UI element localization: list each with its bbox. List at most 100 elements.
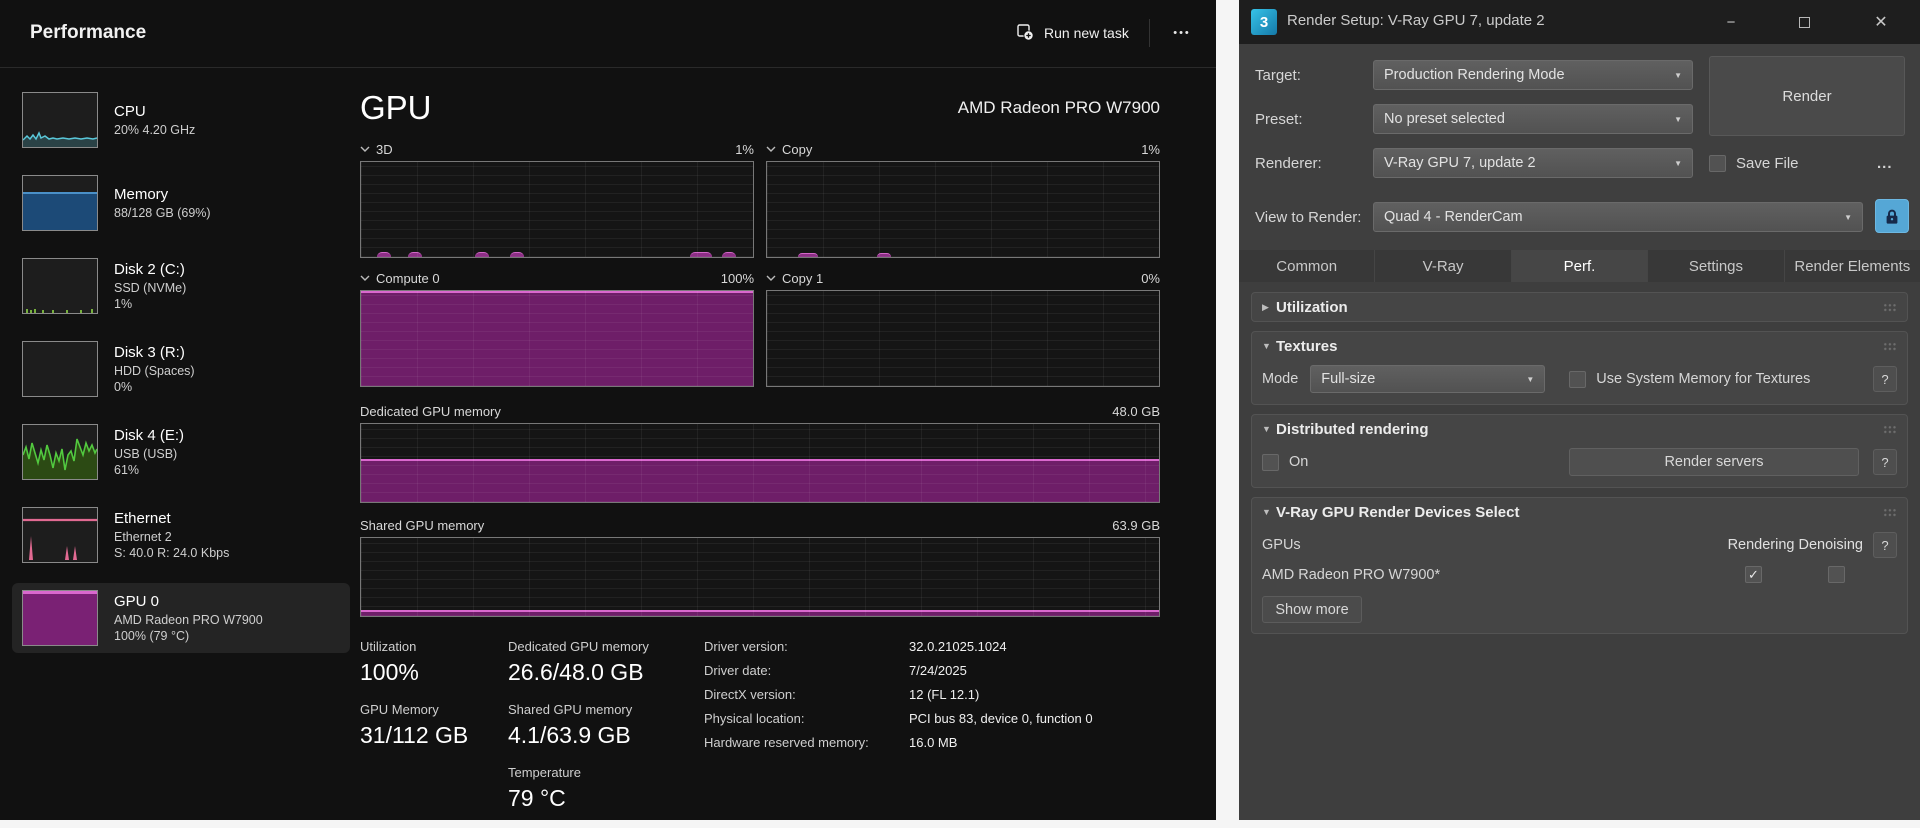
- rendering-denoising-column-label: Rendering Denoising: [1728, 537, 1863, 553]
- chart-copy-value: 1%: [1141, 142, 1160, 157]
- tab-perf[interactable]: Perf.: [1512, 250, 1648, 282]
- minimize-button[interactable]: −: [1711, 8, 1751, 36]
- sidebar-gpu0-percent: 100% (79 °C): [114, 628, 263, 644]
- rollout-grip-handle[interactable]: [1883, 303, 1897, 313]
- chart-dedicated-memory: [360, 423, 1160, 503]
- chart-3d: [360, 161, 754, 258]
- renderer-value: V-Ray GPU 7, update 2: [1384, 155, 1536, 171]
- target-dropdown[interactable]: Production Rendering Mode ▼: [1373, 60, 1693, 90]
- device-denoising-checkbox[interactable]: [1828, 566, 1845, 583]
- sidebar-item-disk3[interactable]: Disk 3 (R:) HDD (Spaces) 0%: [12, 334, 350, 404]
- chart-compute0-label: Compute 0: [376, 271, 440, 286]
- triangle-down-icon: ▼: [1262, 341, 1276, 351]
- textures-title: Textures: [1276, 338, 1337, 355]
- detail-reserved-label: Hardware reserved memory:: [704, 735, 909, 750]
- detail-location-value: PCI bus 83, device 0, function 0: [909, 711, 1093, 726]
- close-button[interactable]: ✕: [1861, 8, 1901, 36]
- sidebar-ethernet-title: Ethernet: [114, 509, 229, 529]
- textures-rollout-header[interactable]: ▼ Textures: [1252, 332, 1907, 360]
- distributed-rollout-header[interactable]: ▼ Distributed rendering: [1252, 415, 1907, 443]
- detail-driver-date-value: 7/24/2025: [909, 663, 967, 678]
- distributed-title: Distributed rendering: [1276, 421, 1429, 438]
- stat-dedicated-label: Dedicated GPU memory: [508, 639, 704, 654]
- view-to-render-value: Quad 4 - RenderCam: [1384, 209, 1523, 225]
- chart-3d-value: 1%: [735, 142, 754, 157]
- sidebar-item-disk4[interactable]: Disk 4 (E:) USB (USB) 61%: [12, 417, 350, 487]
- use-system-memory-label: Use System Memory for Textures: [1596, 371, 1810, 387]
- devices-help-button[interactable]: ?: [1873, 532, 1897, 558]
- run-new-task-button[interactable]: Run new task: [1004, 14, 1141, 52]
- tab-settings[interactable]: Settings: [1648, 250, 1784, 282]
- disk3-mini-chart: [22, 341, 98, 397]
- preset-dropdown[interactable]: No preset selected ▼: [1373, 104, 1693, 134]
- use-system-memory-checkbox[interactable]: [1569, 371, 1586, 388]
- rollout-grip-handle[interactable]: [1883, 342, 1897, 352]
- section-distributed-rendering: ▼ Distributed rendering On Render server…: [1251, 414, 1908, 488]
- chevron-down-icon[interactable]: [360, 275, 370, 281]
- lock-view-button[interactable]: [1875, 199, 1909, 233]
- dropdown-arrow-icon: ▼: [1526, 375, 1534, 384]
- dropdown-arrow-icon: ▼: [1674, 159, 1682, 168]
- sidebar-gpu0-title: GPU 0: [114, 592, 263, 612]
- sidebar-item-cpu[interactable]: CPU 20% 4.20 GHz: [12, 85, 350, 155]
- texture-mode-dropdown[interactable]: Full-size ▼: [1310, 365, 1545, 393]
- stat-temperature-value: 79 °C: [508, 785, 704, 812]
- dropdown-arrow-icon: ▼: [1674, 71, 1682, 80]
- chevron-down-icon[interactable]: [766, 146, 776, 152]
- distributed-help-button[interactable]: ?: [1873, 449, 1897, 475]
- device-rendering-checkbox[interactable]: ✓: [1745, 566, 1762, 583]
- rollout-grip-handle[interactable]: [1883, 425, 1897, 435]
- chart-dedicated-label: Dedicated GPU memory: [360, 404, 501, 419]
- render-servers-button[interactable]: Render servers: [1569, 448, 1859, 476]
- distributed-on-checkbox[interactable]: [1262, 454, 1279, 471]
- sidebar-disk4-percent: 61%: [114, 462, 184, 478]
- sidebar-item-gpu0[interactable]: GPU 0 AMD Radeon PRO W7900 100% (79 °C): [12, 583, 350, 653]
- stat-dedicated-value: 26.6/48.0 GB: [508, 659, 704, 686]
- detail-directx-label: DirectX version:: [704, 687, 909, 702]
- gpu-device-row-label: AMD Radeon PRO W7900*: [1262, 567, 1440, 583]
- detail-driver-version-value: 32.0.21025.1024: [909, 639, 1007, 654]
- sidebar-item-memory[interactable]: Memory 88/128 GB (69%): [12, 168, 350, 238]
- sidebar-ethernet-detail: Ethernet 2: [114, 529, 229, 545]
- triangle-down-icon: ▼: [1262, 507, 1276, 517]
- render-setup-window: 3 Render Setup: V-Ray GPU 7, update 2 − …: [1239, 0, 1920, 820]
- sidebar-item-disk2[interactable]: Disk 2 (C:) SSD (NVMe) 1%: [12, 251, 350, 321]
- check-icon: ✓: [1748, 567, 1759, 583]
- chart-shared-label: Shared GPU memory: [360, 518, 484, 533]
- rollout-grip-handle[interactable]: [1883, 508, 1897, 518]
- chart-copy1: [766, 290, 1160, 387]
- chevron-down-icon[interactable]: [766, 275, 776, 281]
- textures-help-button[interactable]: ?: [1873, 366, 1897, 392]
- render-button[interactable]: Render: [1709, 56, 1905, 136]
- chart-copy1-value: 0%: [1141, 271, 1160, 286]
- gpu0-mini-chart: [22, 590, 98, 646]
- header-divider: [1149, 19, 1150, 47]
- see-more-button[interactable]: •••: [1158, 14, 1206, 52]
- stat-utilization-label: Utilization: [360, 639, 508, 654]
- tab-vray[interactable]: V-Ray: [1375, 250, 1511, 282]
- renderer-dropdown[interactable]: V-Ray GPU 7, update 2 ▼: [1373, 148, 1693, 178]
- save-file-checkbox[interactable]: [1709, 155, 1726, 172]
- devices-title: V-Ray GPU Render Devices Select: [1276, 504, 1519, 521]
- chevron-down-icon[interactable]: [360, 146, 370, 152]
- detail-reserved-value: 16.0 MB: [909, 735, 957, 750]
- sidebar-disk2-percent: 1%: [114, 296, 186, 312]
- perf-tab-content: ▶ Utilization ▼ Textures Mode Full-size …: [1239, 282, 1920, 653]
- view-to-render-dropdown[interactable]: Quad 4 - RenderCam ▼: [1373, 202, 1863, 232]
- utilization-rollout-header[interactable]: ▶ Utilization: [1252, 293, 1907, 321]
- show-more-button[interactable]: Show more: [1262, 596, 1362, 623]
- chart-compute0: [360, 290, 754, 387]
- devices-rollout-header[interactable]: ▼ V-Ray GPU Render Devices Select: [1252, 498, 1907, 526]
- sidebar-memory-title: Memory: [114, 185, 211, 205]
- tab-common[interactable]: Common: [1239, 250, 1375, 282]
- sidebar-gpu0-detail: AMD Radeon PRO W7900: [114, 612, 263, 628]
- gpu-panel: GPU AMD Radeon PRO W7900 3D 1% Copy 1%: [360, 85, 1160, 828]
- render-setup-titlebar[interactable]: 3 Render Setup: V-Ray GPU 7, update 2 − …: [1239, 0, 1920, 44]
- tab-render-elements[interactable]: Render Elements: [1785, 250, 1920, 282]
- detail-driver-date-label: Driver date:: [704, 663, 909, 678]
- disk4-mini-chart: [22, 424, 98, 480]
- sidebar-item-ethernet[interactable]: Ethernet Ethernet 2 S: 40.0 R: 24.0 Kbps: [12, 500, 350, 570]
- section-gpu-devices: ▼ V-Ray GPU Render Devices Select GPUs R…: [1251, 497, 1908, 634]
- render-output-more-button[interactable]: ...: [1877, 155, 1893, 172]
- maximize-button[interactable]: [1784, 8, 1824, 36]
